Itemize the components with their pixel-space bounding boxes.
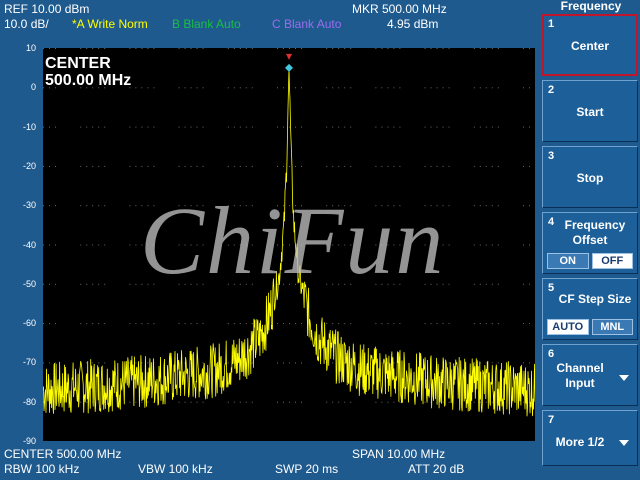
y-tick-label: 10	[25, 43, 36, 53]
softkey-start[interactable]: 2 Start	[542, 80, 638, 142]
marker-diamond	[285, 63, 293, 72]
softkey-label: Center	[570, 39, 609, 53]
footer-swp: SWP 20 ms	[275, 462, 339, 476]
trace-c-status: C Blank Auto	[272, 17, 342, 31]
spectrum-plot	[43, 48, 535, 417]
y-tick-label: -40	[22, 239, 36, 250]
softkey-number: 3	[548, 150, 555, 162]
softkey-center[interactable]: 1 Center	[542, 14, 638, 76]
chevron-down-icon	[619, 375, 629, 381]
softkey-cf-step-size[interactable]: 5 CF Step Size AUTO MNL	[542, 278, 638, 340]
ref-level-label: REF 10.00 dBm	[4, 2, 90, 16]
scale-label: 10.0 dB/	[4, 17, 49, 31]
cf-step-toggle[interactable]: AUTO MNL	[547, 319, 633, 335]
footer-rbw: RBW 100 kHz	[4, 462, 80, 476]
footer-att: ATT 20 dB	[408, 462, 465, 476]
marker-level: 4.95 dBm	[387, 17, 439, 31]
softkey-label: Start	[576, 105, 604, 119]
footer-center: CENTER 500.00 MHz	[4, 447, 122, 461]
offset-on-option[interactable]: ON	[547, 253, 589, 269]
softkey-number: 6	[548, 348, 555, 360]
softkey-label: Stop	[576, 171, 604, 185]
marker-frequency: MKR 500.00 MHz	[352, 2, 447, 16]
y-tick-label: -10	[22, 121, 36, 132]
y-tick-label: -60	[22, 318, 36, 329]
marker-indicator	[286, 53, 292, 60]
y-tick-label: 0	[30, 82, 36, 93]
cf-step-auto-option[interactable]: AUTO	[547, 319, 589, 335]
offset-off-option[interactable]: OFF	[591, 253, 633, 269]
softkey-number: 2	[548, 84, 555, 96]
center-value: 500.00 MHz	[45, 72, 132, 89]
spectrum-display[interactable]	[43, 48, 535, 441]
y-tick-label: -70	[22, 357, 36, 368]
softkey-label: Channel	[556, 361, 604, 375]
menu-title: Frequency	[560, 0, 622, 13]
softkey-stop[interactable]: 3 Stop	[542, 146, 638, 208]
footer-vbw: VBW 100 kHz	[138, 462, 213, 476]
softkey-frequency-offset[interactable]: 4 Frequency Offset ON OFF	[542, 212, 638, 274]
softkey-number: 1	[548, 18, 555, 30]
y-tick-label: -50	[22, 278, 36, 289]
trace-a-line	[43, 67, 535, 417]
y-tick-label: -20	[22, 160, 36, 171]
y-tick-label: -90	[22, 436, 36, 446]
softkey-label-line2: Offset	[572, 233, 608, 247]
softkey-more[interactable]: 7 More 1/2	[542, 410, 638, 466]
offset-toggle[interactable]: ON OFF	[547, 253, 633, 269]
trace-b-status: B Blank Auto	[172, 17, 241, 31]
footer-span: SPAN 10.00 MHz	[352, 447, 446, 461]
softkey-number: 7	[548, 414, 555, 426]
y-tick-label: -30	[22, 200, 36, 211]
center-title: CENTER	[45, 55, 111, 72]
y-tick-label: -80	[22, 396, 36, 407]
softkey-label: Frequency	[564, 218, 626, 232]
trace-a-status: *A Write Norm	[72, 17, 148, 31]
softkey-channel-input[interactable]: 6 Channel Input	[542, 344, 638, 406]
center-frequency-readout: CENTER 500.00 MHz	[45, 55, 131, 89]
softkey-label: CF Step Size	[558, 292, 632, 306]
cf-step-manual-option[interactable]: MNL	[591, 319, 633, 335]
chevron-down-icon	[619, 440, 629, 446]
